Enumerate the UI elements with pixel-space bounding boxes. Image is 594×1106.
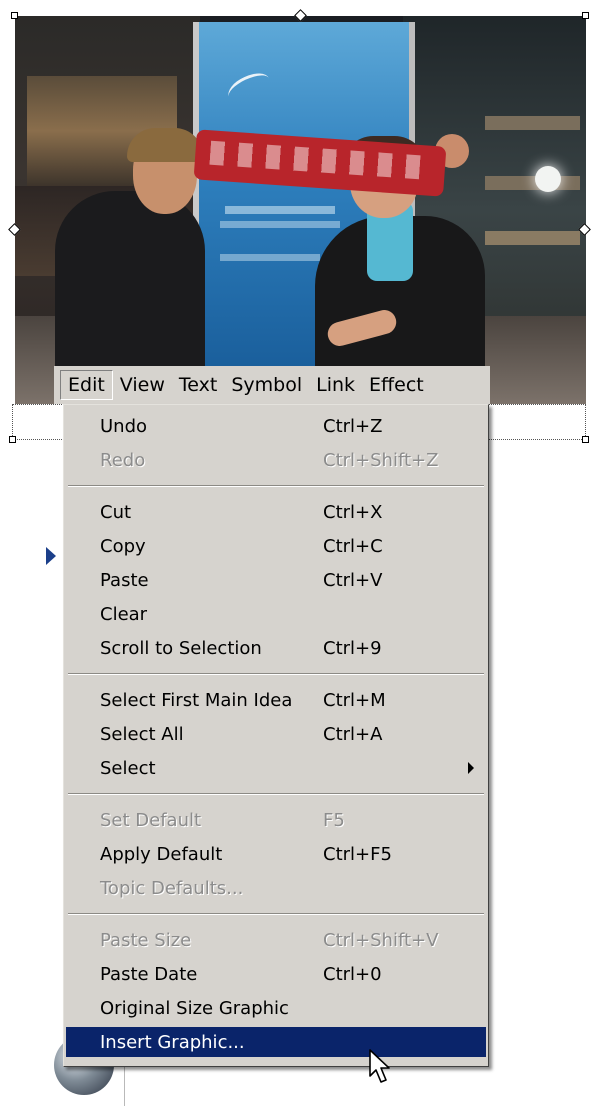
menu-item-topic-defaults: Topic Defaults...	[66, 873, 486, 903]
menu-item-shortcut: Ctrl+F5	[323, 844, 392, 865]
menu-item-label: Insert Graphic...	[100, 1032, 245, 1053]
blue-arrow-icon	[46, 547, 56, 565]
photo-person-man-hair	[127, 128, 203, 162]
menu-item-set-default: Set Default F5	[66, 805, 486, 835]
menu-item-label: Copy	[100, 536, 146, 557]
resize-handle-bottom-left[interactable]	[9, 436, 16, 443]
menu-item-shortcut: Ctrl+Shift+V	[323, 930, 439, 951]
menu-item-select-all[interactable]: Select All Ctrl+A	[66, 719, 486, 749]
menu-item-label: Apply Default	[100, 844, 223, 865]
menu-item-shortcut: Ctrl+Shift+Z	[323, 450, 439, 471]
menu-item-shortcut: Ctrl+Z	[323, 416, 383, 437]
menu-item-label: Paste Date	[100, 964, 198, 985]
photo-sign-text	[220, 221, 340, 228]
photo-shelf	[485, 176, 580, 190]
menu-item-shortcut: Ctrl+X	[323, 502, 383, 523]
menu-item-label: Select First Main Idea	[100, 690, 293, 711]
menu-item-shortcut: Ctrl+0	[323, 964, 382, 985]
menu-item-copy[interactable]: Copy Ctrl+C	[66, 531, 486, 561]
edit-menu-dropdown: Undo Ctrl+Z Redo Ctrl+Shift+Z Cut Ctrl+X…	[63, 404, 489, 1067]
menu-item-shortcut: F5	[323, 810, 345, 831]
menu-item-label: Undo	[100, 416, 148, 437]
menu-item-redo: Redo Ctrl+Shift+Z	[66, 445, 486, 475]
photo-sign-text	[225, 206, 335, 214]
menu-item-insert-graphic[interactable]: Insert Graphic...	[66, 1027, 486, 1057]
menu-edit[interactable]: Edit	[60, 370, 113, 400]
menu-view[interactable]: View	[113, 370, 172, 400]
menu-item-original-size-graphic[interactable]: Original Size Graphic	[66, 993, 486, 1023]
menu-item-cut[interactable]: Cut Ctrl+X	[66, 497, 486, 527]
menu-link[interactable]: Link	[309, 370, 362, 400]
resize-handle-top-right[interactable]	[582, 12, 589, 19]
menu-item-undo[interactable]: Undo Ctrl+Z	[66, 411, 486, 441]
menu-item-shortcut: Ctrl+A	[323, 724, 383, 745]
menu-item-label: Original Size Graphic	[100, 998, 289, 1019]
menu-item-label: Topic Defaults...	[100, 878, 244, 899]
menu-item-paste-date[interactable]: Paste Date Ctrl+0	[66, 959, 486, 989]
menu-separator	[68, 485, 484, 487]
menu-separator	[68, 913, 484, 915]
menu-item-label: Set Default	[100, 810, 202, 831]
menu-item-label: Scroll to Selection	[100, 638, 262, 659]
menu-separator	[68, 673, 484, 675]
resize-handle-top-left[interactable]	[11, 12, 18, 19]
menu-text[interactable]: Text	[172, 370, 224, 400]
menu-symbol[interactable]: Symbol	[224, 370, 309, 400]
menu-item-paste-size: Paste Size Ctrl+Shift+V	[66, 925, 486, 955]
menu-item-label: Clear	[100, 604, 148, 625]
menu-separator	[68, 793, 484, 795]
mouse-pointer-icon	[369, 1049, 390, 1083]
menu-item-label: Paste Size	[100, 930, 192, 951]
menu-item-label: Cut	[100, 502, 132, 523]
menu-effect[interactable]: Effect	[362, 370, 431, 400]
photo-light	[535, 166, 561, 192]
menu-item-select[interactable]: Select	[66, 753, 486, 783]
menu-item-label: Select All	[100, 724, 184, 745]
menu-item-clear[interactable]: Clear	[66, 599, 486, 629]
menu-item-scroll-to-selection[interactable]: Scroll to Selection Ctrl+9	[66, 633, 486, 663]
menu-item-shortcut: Ctrl+C	[323, 536, 383, 557]
menu-bar: Edit View Text Symbol Link Effect	[54, 366, 490, 404]
menu-item-select-first-main-idea[interactable]: Select First Main Idea Ctrl+M	[66, 685, 486, 715]
menu-item-label: Paste	[100, 570, 149, 591]
menu-item-label: Redo	[100, 450, 146, 471]
selected-photo-graphic[interactable]	[15, 16, 586, 404]
menu-item-paste[interactable]: Paste Ctrl+V	[66, 565, 486, 595]
submenu-arrow-icon	[468, 762, 474, 774]
photo-shelf	[485, 116, 580, 130]
menu-item-label: Select	[100, 758, 156, 779]
menu-item-shortcut: Ctrl+9	[323, 638, 382, 659]
menu-item-apply-default[interactable]: Apply Default Ctrl+F5	[66, 839, 486, 869]
resize-handle-bottom-right[interactable]	[582, 436, 589, 443]
menu-item-shortcut: Ctrl+V	[323, 570, 383, 591]
photo-sign-text	[220, 254, 320, 261]
photo-shelf	[485, 231, 580, 245]
menu-item-shortcut: Ctrl+M	[323, 690, 386, 711]
